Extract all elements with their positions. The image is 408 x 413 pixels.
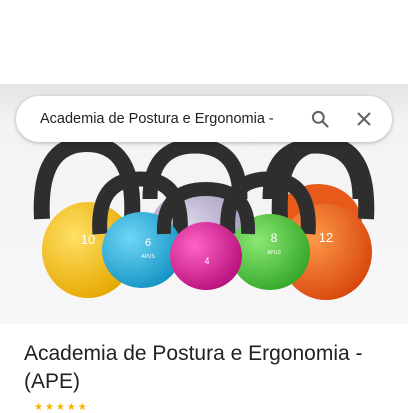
kettlebell-brand-label: APUS (141, 254, 155, 260)
kettlebell-weight-label: 6 (145, 237, 151, 249)
kettlebell-weight-label: 8 (271, 231, 278, 245)
search-icon (311, 110, 329, 128)
kettlebell-brand-label: APUS (267, 250, 281, 256)
kettlebell-weight-label: 10 (81, 232, 95, 247)
top-blank-area (0, 0, 408, 84)
kettlebell-weight-label: 12 (319, 230, 333, 245)
search-query-text[interactable]: Academia de Postura e Ergonomia - (16, 111, 298, 127)
search-bar[interactable]: Academia de Postura e Ergonomia - (16, 96, 392, 142)
search-button[interactable] (298, 96, 342, 142)
close-icon (357, 112, 371, 126)
clear-search-button[interactable] (342, 96, 386, 142)
place-title: Academia de Postura e Ergonomia - (APE) (24, 342, 363, 393)
kettlebell-weight-label: 4 (204, 256, 209, 266)
